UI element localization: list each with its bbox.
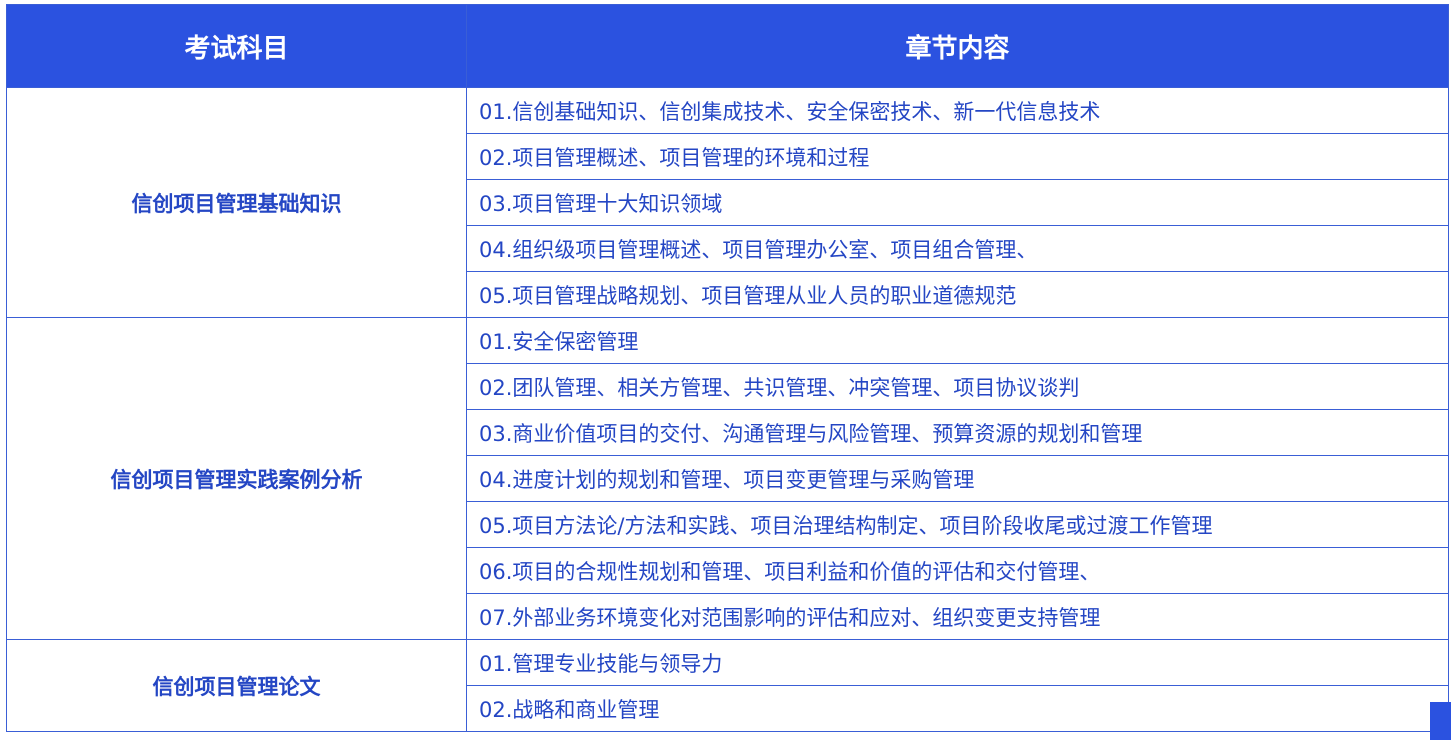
subject-cell-basics: 信创项目管理基础知识 [6, 87, 467, 318]
table-row: 信创项目管理论文 01.管理专业技能与领导力 [6, 639, 1449, 732]
content-column-header: 章节内容 [466, 4, 1449, 88]
chapter-cell: 04.进度计划的规划和管理、项目变更管理与采购管理 [466, 455, 1449, 502]
chapter-cell: 02.战略和商业管理 [466, 685, 1449, 732]
table-row: 信创项目管理实践案例分析 01.安全保密管理 [6, 317, 1449, 640]
chapter-cell: 05.项目方法论/方法和实践、项目治理结构制定、项目阶段收尾或过渡工作管理 [466, 501, 1449, 548]
table-row: 信创项目管理基础知识 01.信创基础知识、信创集成技术、安全保密技术、新一代信息… [6, 87, 1449, 318]
chapter-cell: 01.管理专业技能与领导力 [466, 639, 1449, 686]
table-header-row: 考试科目 章节内容 [6, 4, 1449, 88]
syllabus-table: 考试科目 章节内容 信创项目管理基础知识 01.信创基础知识、信创集成技术、安全… [6, 4, 1449, 732]
corner-scroll-marker [1430, 702, 1451, 740]
chapter-cell: 02.团队管理、相关方管理、共识管理、冲突管理、项目协议谈判 [466, 363, 1449, 410]
chapter-cell: 01.安全保密管理 [466, 317, 1449, 364]
chapter-cell: 07.外部业务环境变化对范围影响的评估和应对、组织变更支持管理 [466, 593, 1449, 640]
chapter-cell: 05.项目管理战略规划、项目管理从业人员的职业道德规范 [466, 271, 1449, 318]
chapter-cell: 03.商业价值项目的交付、沟通管理与风险管理、预算资源的规划和管理 [466, 409, 1449, 456]
chapter-cell: 04.组织级项目管理概述、项目管理办公室、项目组合管理、 [466, 225, 1449, 272]
chapter-cell: 06.项目的合规性规划和管理、项目利益和价值的评估和交付管理、 [466, 547, 1449, 594]
chapter-cell: 02.项目管理概述、项目管理的环境和过程 [466, 133, 1449, 180]
subject-cell-case-analysis: 信创项目管理实践案例分析 [6, 317, 467, 640]
chapter-cell: 01.信创基础知识、信创集成技术、安全保密技术、新一代信息技术 [466, 87, 1449, 134]
subject-column-header: 考试科目 [6, 4, 467, 88]
subject-cell-thesis: 信创项目管理论文 [6, 639, 467, 732]
chapter-cell: 03.项目管理十大知识领域 [466, 179, 1449, 226]
